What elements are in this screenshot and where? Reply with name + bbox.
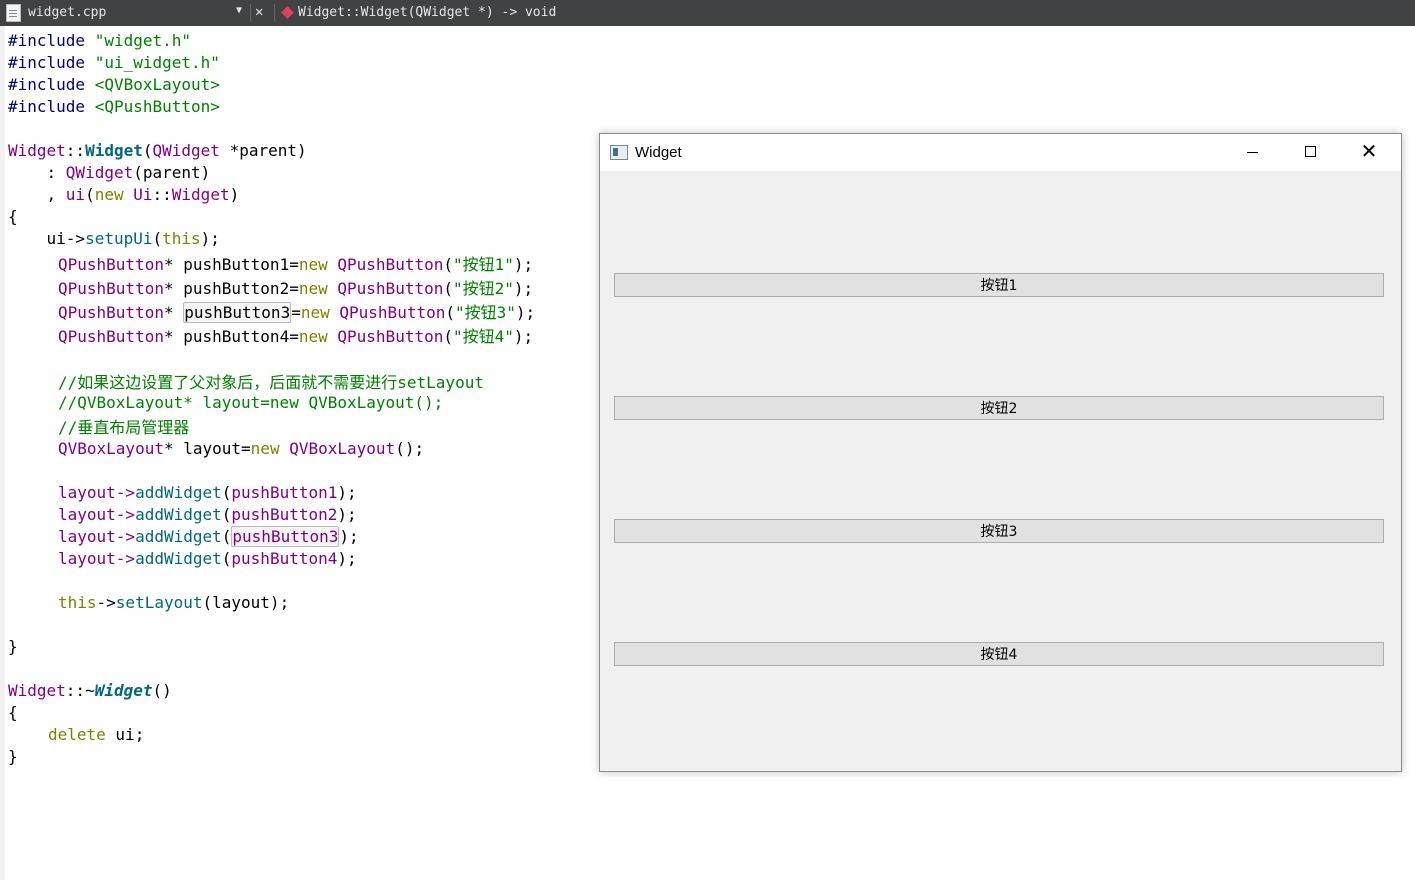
- code-comment: //如果这边设置了父对象后，后面就不需要进行setLayout: [58, 373, 484, 392]
- code-comment: //QVBoxLayout* layout=new QVBoxLayout();: [58, 393, 444, 412]
- symbol-selector[interactable]: Widget::Widget(QWidget *) -> void: [298, 5, 556, 20]
- code-line: {: [8, 207, 18, 226]
- editor-toolbar: widget.cpp ▼ ✕ Widget::Widget(QWidget *)…: [0, 0, 1415, 26]
- code-line: #include <QVBoxLayout>: [8, 75, 220, 94]
- code-line: QPushButton* pushButton4=new QPushButton…: [58, 327, 534, 346]
- minimize-button[interactable]: [1224, 134, 1282, 171]
- maximize-button[interactable]: [1282, 134, 1340, 171]
- code-line: this->setLayout(layout);: [58, 593, 290, 612]
- code-line: ui->setupUi(this);: [8, 229, 220, 248]
- code-line: }: [8, 637, 18, 656]
- push-button-1[interactable]: 按钮1: [614, 273, 1384, 297]
- push-button-4[interactable]: 按钮4: [614, 642, 1384, 666]
- code-line: }: [8, 747, 18, 766]
- app-icon: [610, 145, 628, 160]
- file-icon: [6, 4, 21, 22]
- widget-window: Widget ✕ 按钮1 按钮2 按钮3 按钮4: [599, 133, 1402, 772]
- code-line: #include <QPushButton>: [8, 97, 220, 116]
- code-line: Widget::Widget(QWidget *parent): [8, 141, 307, 160]
- code-line: {: [8, 703, 18, 722]
- code-line: layout->addWidget(pushButton1);: [58, 483, 357, 502]
- divider: [250, 4, 251, 22]
- push-button-3[interactable]: 按钮3: [614, 519, 1384, 543]
- function-symbol-icon: [281, 6, 294, 19]
- code-line: delete ui;: [48, 725, 145, 744]
- push-button-2[interactable]: 按钮2: [614, 396, 1384, 420]
- code-line: QPushButton* pushButton2=new QPushButton…: [58, 279, 534, 298]
- chevron-down-icon[interactable]: ▼: [236, 5, 242, 16]
- code-line: QPushButton* pushButton1=new QPushButton…: [58, 255, 534, 274]
- code-line: , ui(new Ui::Widget): [8, 185, 240, 204]
- code-line: layout->addWidget(pushButton4);: [58, 549, 357, 568]
- window-titlebar[interactable]: Widget ✕: [600, 134, 1401, 171]
- window-title: Widget: [635, 144, 682, 161]
- file-selector[interactable]: widget.cpp: [28, 5, 106, 20]
- code-line: layout->addWidget(pushButton3);: [58, 526, 359, 547]
- divider: [274, 4, 275, 22]
- close-button[interactable]: ✕: [1340, 134, 1398, 171]
- code-line: QPushButton* pushButton3=new QPushButton…: [58, 302, 536, 323]
- code-comment: //垂直布局管理器: [58, 418, 190, 437]
- code-line: layout->addWidget(pushButton2);: [58, 505, 357, 524]
- code-line: : QWidget(parent): [8, 163, 211, 182]
- code-line: Widget::~Widget(): [8, 681, 172, 700]
- editor-gutter: [0, 26, 5, 880]
- close-icon[interactable]: ✕: [255, 4, 263, 20]
- code-line: #include "widget.h": [8, 31, 192, 50]
- code-line: QVBoxLayout* layout=new QVBoxLayout();: [58, 439, 425, 458]
- code-line: #include "ui_widget.h": [8, 53, 220, 72]
